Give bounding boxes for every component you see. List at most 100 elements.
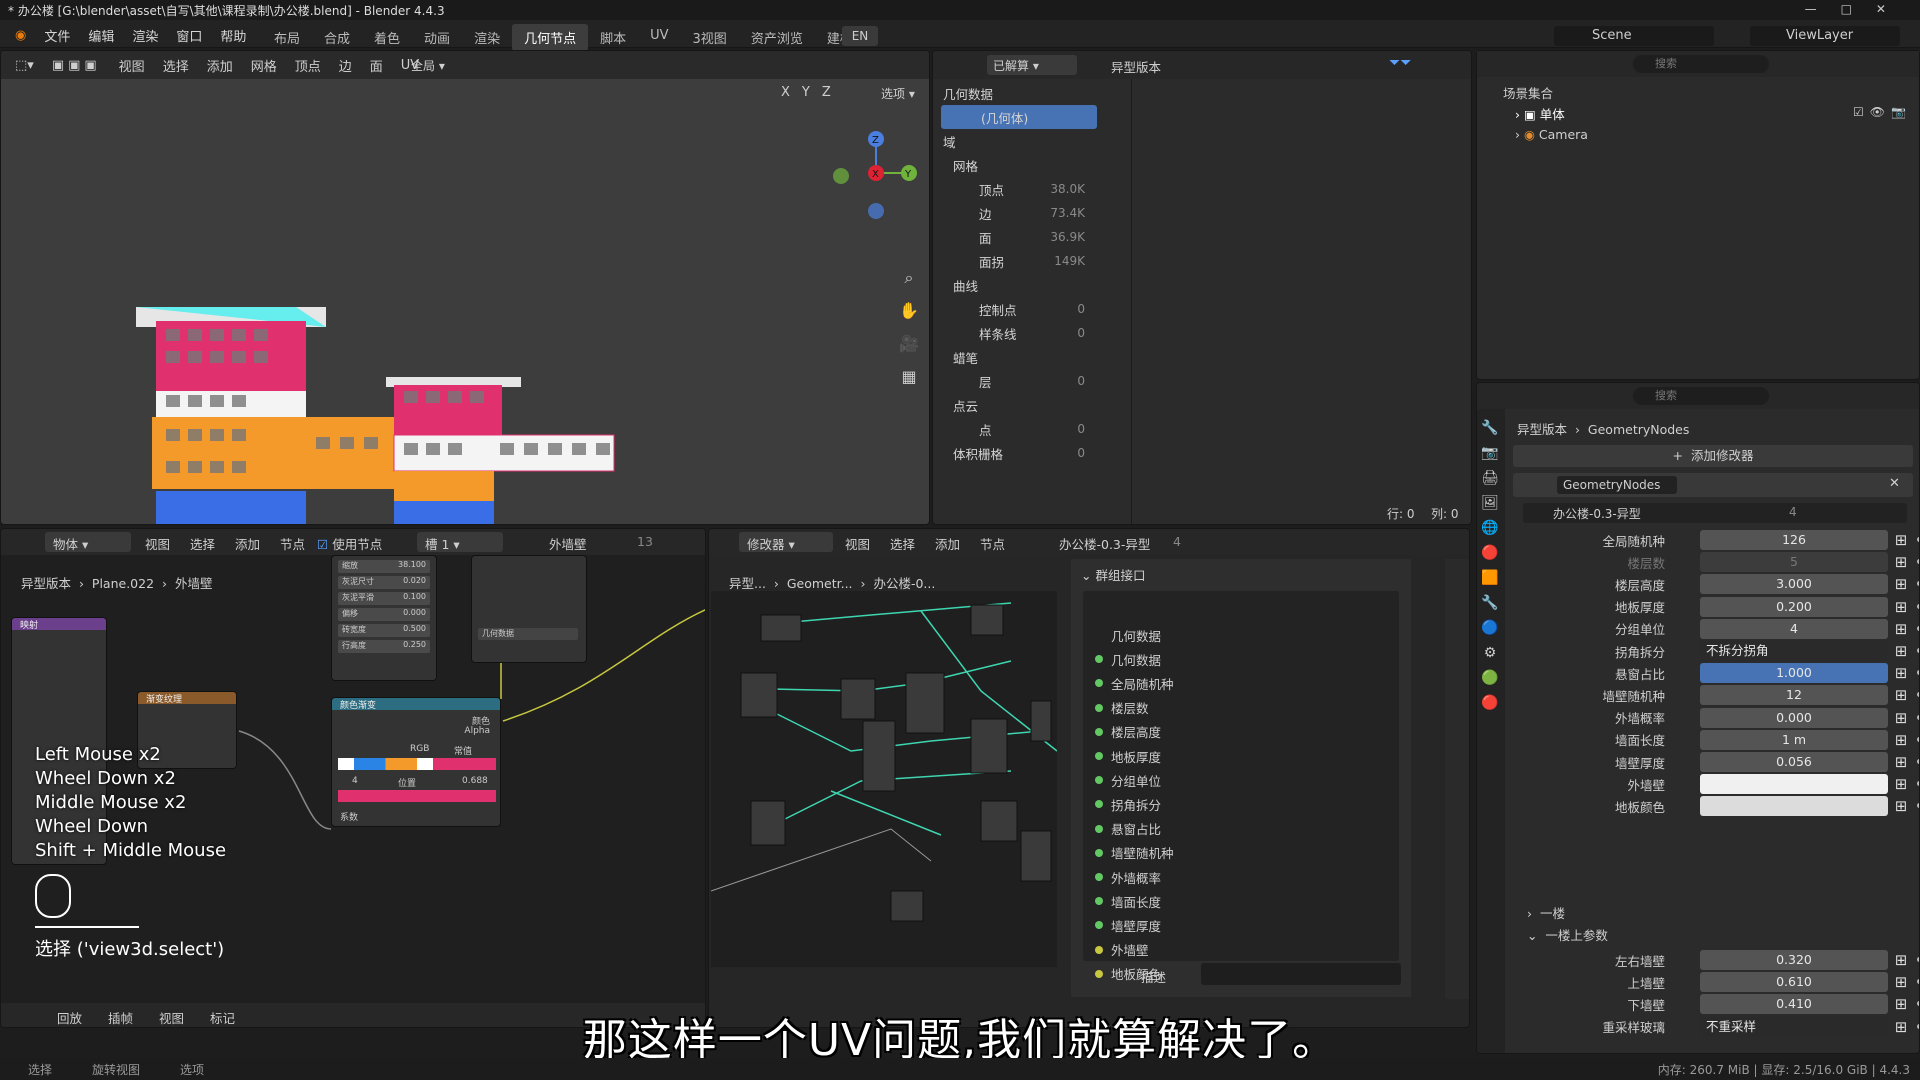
outliner-item-camera[interactable]: › ◉ Camera <box>1515 127 1588 142</box>
eval-filter[interactable]: 已解算 ▾ <box>987 55 1077 75</box>
ramp-color-swatch[interactable] <box>338 790 496 802</box>
tree-row[interactable]: 层0 <box>933 369 1093 393</box>
tree-row[interactable]: 体积栅格 0 <box>933 441 1093 465</box>
properties-tab-icon[interactable]: 🟧 <box>1479 567 1501 589</box>
axis-x[interactable]: X <box>781 85 802 100</box>
workspace-tab-2[interactable]: 着色 <box>362 24 412 51</box>
menu-3[interactable]: 窗口 <box>167 23 211 48</box>
keyframe-icon[interactable]: ⊞ <box>1892 531 1910 549</box>
property-value[interactable]: 0.200 <box>1700 596 1888 617</box>
brick-param[interactable]: 缩放 38.100 <box>338 560 430 573</box>
tree-row[interactable]: 面 36.9K <box>933 225 1093 249</box>
outliner[interactable]: 搜索 场景集合 › ▣ 单体 › ◉ Camera ☑👁📷 <box>1476 50 1920 380</box>
property-row[interactable]: 地板颜色 ⊞ <box>1505 795 1919 817</box>
geo-type-dropdown[interactable]: 修改器 ▾ <box>739 532 833 552</box>
socket-item[interactable]: 楼层高度 <box>1095 722 1161 742</box>
socket-item[interactable]: 几何数据 <box>1095 649 1161 669</box>
viewport-menu-4[interactable]: 顶点 <box>289 54 327 77</box>
property-value[interactable]: 0.320 <box>1700 950 1888 970</box>
axis-y[interactable]: Y <box>802 85 822 100</box>
workspace-tab-7[interactable]: UV <box>638 24 680 51</box>
property-row[interactable]: 外墙概率 0.000 ⊞ <box>1505 707 1919 729</box>
shader-node-editor[interactable]: 物体 ▾ 视图 选择 添加 节点 ☑ 使用节点 槽 1 ▾ 外墙壁 13 异型版本 ›… <box>0 528 706 1028</box>
tree-row[interactable]: 点云 <box>933 393 1093 417</box>
geometry-node-editor[interactable]: 修改器 ▾ 视图 选择 添加 节点 办公楼-0.3-异型 4 异型... › Geom… <box>708 528 1470 1028</box>
editor-menu-2[interactable]: 添加 <box>935 534 960 553</box>
property-row[interactable]: 楼层高度 3.000 ⊞ <box>1505 573 1919 595</box>
brick-param[interactable]: 灰泥平滑 0.100 <box>338 592 430 605</box>
axis-z[interactable]: Z <box>822 85 843 100</box>
panel-upper-floors[interactable]: ⌄ 一楼上参数 <box>1527 925 1608 944</box>
workspace-tab-9[interactable]: 资产浏览 <box>739 24 815 51</box>
socket-item[interactable]: 楼层数 <box>1095 698 1149 718</box>
workspace-tab-5[interactable]: 几何节点 <box>512 24 589 51</box>
property-row[interactable]: 墙壁随机种 12 ⊞ <box>1505 684 1919 706</box>
property-value[interactable] <box>1700 796 1888 817</box>
workspace-tab-6[interactable]: 脚本 <box>588 24 638 51</box>
tree-row[interactable]: 网格 <box>933 153 1093 177</box>
socket-item[interactable]: 地板颜色 <box>1095 964 1161 984</box>
tree-row[interactable]: (几何体) <box>941 105 1097 129</box>
keyframe-icon[interactable]: ⊞ <box>1892 620 1910 638</box>
modifier-header[interactable]: GeometryNodes ✕ <box>1513 473 1913 497</box>
tree-row[interactable]: 顶点 38.0K <box>933 177 1093 201</box>
ramp-gradient-bar[interactable] <box>338 758 496 770</box>
keyframe-icon[interactable]: ⊞ <box>1892 775 1910 793</box>
output-node[interactable]: 几何数据 <box>471 555 587 663</box>
keyframe-icon[interactable]: ⊞ <box>1892 575 1910 593</box>
properties-tab-icon[interactable]: 🔴 <box>1479 692 1501 714</box>
keyframe-icon[interactable]: ⊞ <box>1892 664 1910 682</box>
property-value[interactable]: 不拆分拐角 <box>1700 641 1888 661</box>
property-value[interactable]: 4 <box>1700 618 1888 639</box>
menu-2[interactable]: 渲染 <box>123 23 167 48</box>
3d-viewport[interactable]: ⬚▾ ▣▣▣ 视图 选择 添加 网格 顶点边面 UV 全局 ▾ XYZ 选项 ▾ Z Y … <box>0 50 930 525</box>
viewport-menu-6[interactable]: 面 <box>364 54 389 77</box>
transform-orientation[interactable]: 全局 ▾ <box>411 57 445 74</box>
keyframe-icon[interactable]: ⊞ <box>1892 951 1910 969</box>
geo-field[interactable]: 几何数据 <box>478 628 578 640</box>
spreadsheet-editor[interactable]: 已解算 ▾ 异型版本 ⏷⏷ 几何数据 (几何体) 域网格 顶点 38.0K 边 73.4K 面… <box>932 50 1472 525</box>
viewport-nav-tools[interactable]: ⌕ ✋ 🎥 ▦ <box>897 261 921 393</box>
property-value[interactable] <box>1700 774 1888 795</box>
color-ramp-node[interactable]: 颜色渐变 颜色 Alpha RGB 常值 4 位置 0.688 系数 <box>331 697 501 827</box>
outliner-search-input[interactable]: 搜索 <box>1633 55 1769 73</box>
viewport-menu-1[interactable]: 选择 <box>157 54 195 77</box>
property-row[interactable]: 左右墙壁 0.320 ⊞ <box>1505 949 1919 971</box>
property-value[interactable]: 5 <box>1700 552 1888 573</box>
panel-first-floor[interactable]: › 一楼 <box>1527 903 1565 922</box>
properties-tab-icon[interactable]: 🖼 <box>1479 492 1501 514</box>
ramp-index[interactable]: 4 <box>352 776 358 786</box>
tree-row[interactable]: 域 <box>933 129 1093 153</box>
property-value[interactable]: 1.000 <box>1700 663 1888 684</box>
property-row[interactable]: 上墙壁 0.610 ⊞ <box>1505 971 1919 993</box>
ramp-pos-value[interactable]: 0.688 <box>462 776 488 786</box>
properties-tab-icon[interactable]: 📷 <box>1479 442 1501 464</box>
socket-item[interactable]: 外墙壁 <box>1095 940 1149 960</box>
socket-item[interactable]: 拐角拆分 <box>1095 794 1161 814</box>
remove-modifier-icon[interactable]: ✕ <box>1889 476 1900 491</box>
editor-menu-1[interactable]: 选择 <box>890 534 915 553</box>
tree-row[interactable]: 样条线 0 <box>933 321 1093 345</box>
property-row[interactable]: 分组单位 4 ⊞ <box>1505 618 1919 640</box>
desc-input[interactable] <box>1201 963 1401 985</box>
socket-item[interactable]: 墙面长度 <box>1095 891 1161 911</box>
brick-param[interactable]: 偏移 0.000 <box>338 608 430 621</box>
viewport-menu-3[interactable]: 网格 <box>245 54 283 77</box>
tree-row[interactable]: 控制点 0 <box>933 297 1093 321</box>
socket-item[interactable]: 外墙概率 <box>1095 867 1161 887</box>
property-row[interactable]: 墙面长度 1 m ⊞ <box>1505 729 1919 751</box>
viewport-menu-2[interactable]: 添加 <box>201 54 239 77</box>
keyframe-icon[interactable]: ⊞ <box>1892 753 1910 771</box>
workspace-tab-3[interactable]: 动画 <box>412 24 462 51</box>
menu-1[interactable]: 编辑 <box>79 23 123 48</box>
ramp-mode[interactable]: RGB <box>410 744 429 754</box>
keyframe-icon[interactable]: ⊞ <box>1892 709 1910 727</box>
properties-tab-icon[interactable]: 🔧 <box>1479 417 1501 439</box>
property-row[interactable]: 全局随机种 126 ⊞ <box>1505 529 1919 551</box>
keyframe-icon[interactable]: ⊞ <box>1892 553 1910 571</box>
properties-tab-icon[interactable]: ⚙ <box>1479 642 1501 664</box>
property-value[interactable]: 1 m <box>1700 729 1888 750</box>
blender-logo-icon[interactable]: ◉ <box>6 25 35 46</box>
property-row[interactable]: 地板厚度 0.200 ⊞ <box>1505 596 1919 618</box>
node-group-selector[interactable]: 办公楼-0.3-异型 4 <box>1523 503 1907 523</box>
